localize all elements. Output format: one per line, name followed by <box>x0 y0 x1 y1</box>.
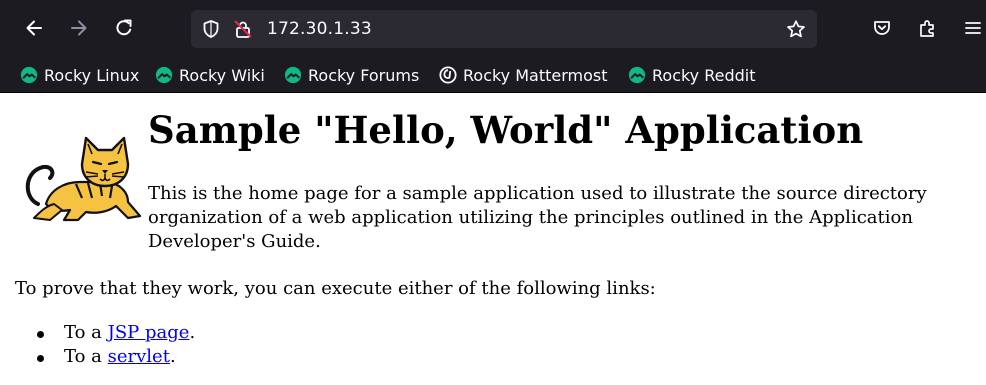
browser-toolbar: 172.30.1.33 <box>0 0 986 58</box>
arrow-left-icon <box>26 20 42 36</box>
bookmark-rocky-reddit[interactable]: Rocky Reddit <box>628 64 756 86</box>
bookmarks-toolbar: Rocky Linux Rocky Wiki Rocky Forums Rock… <box>0 58 986 92</box>
instruction-text: To prove that they work, you can execute… <box>15 278 656 299</box>
hamburger-menu-icon <box>965 22 981 34</box>
pocket-button[interactable] <box>865 11 899 45</box>
bookmark-label: Rocky Reddit <box>652 65 756 85</box>
intro-paragraph: This is the home page for a sample appli… <box>148 183 927 252</box>
jsp-page-link[interactable]: JSP page <box>108 322 190 343</box>
page-title: Sample "Hello, World" Application <box>148 108 864 152</box>
page-content: Sample "Hello, World" Application This i… <box>0 93 986 385</box>
list-item: To a JSP page. <box>15 321 195 345</box>
reload-button[interactable] <box>107 11 141 45</box>
links-list: To a JSP page. To a servlet. <box>15 321 195 369</box>
rocky-logo-icon <box>284 66 302 84</box>
menu-button[interactable] <box>956 11 986 45</box>
link-suffix: . <box>189 322 196 343</box>
url-bar[interactable]: 172.30.1.33 <box>191 10 817 48</box>
bookmark-label: Rocky Wiki <box>179 65 265 85</box>
bookmark-rocky-linux[interactable]: Rocky Linux <box>20 64 139 86</box>
back-button[interactable] <box>17 11 51 45</box>
list-item: To a servlet. <box>15 345 195 369</box>
insecure-lock-icon[interactable] <box>233 19 253 39</box>
star-bookmark-icon[interactable] <box>786 19 806 39</box>
arrow-right-icon <box>71 20 87 36</box>
rocky-logo-icon <box>155 66 173 84</box>
tomcat-logo-icon <box>25 136 142 222</box>
forward-button[interactable] <box>62 11 96 45</box>
bookmark-label: Rocky Mattermost <box>463 65 608 85</box>
bookmark-label: Rocky Forums <box>308 65 420 85</box>
puzzle-piece-icon <box>920 20 934 37</box>
bookmark-rocky-mattermost[interactable]: Rocky Mattermost <box>439 64 608 86</box>
url-text[interactable]: 172.30.1.33 <box>267 19 372 39</box>
extensions-button[interactable] <box>911 11 945 45</box>
shield-icon[interactable] <box>201 19 221 39</box>
mattermost-icon <box>439 66 457 84</box>
reload-icon <box>116 19 132 36</box>
link-suffix: . <box>169 346 176 367</box>
servlet-link[interactable]: servlet <box>108 346 170 367</box>
rocky-logo-icon <box>628 66 646 84</box>
bookmark-label: Rocky Linux <box>44 65 140 85</box>
browser-chrome: 172.30.1.33 Rocky Linux Rocky Wiki Rocky… <box>0 0 986 93</box>
pocket-icon <box>874 21 890 35</box>
bookmark-rocky-forums[interactable]: Rocky Forums <box>284 64 419 86</box>
link-prefix: To a <box>64 346 108 367</box>
link-prefix: To a <box>64 322 108 343</box>
rocky-logo-icon <box>20 66 38 84</box>
bookmark-rocky-wiki[interactable]: Rocky Wiki <box>155 64 265 86</box>
